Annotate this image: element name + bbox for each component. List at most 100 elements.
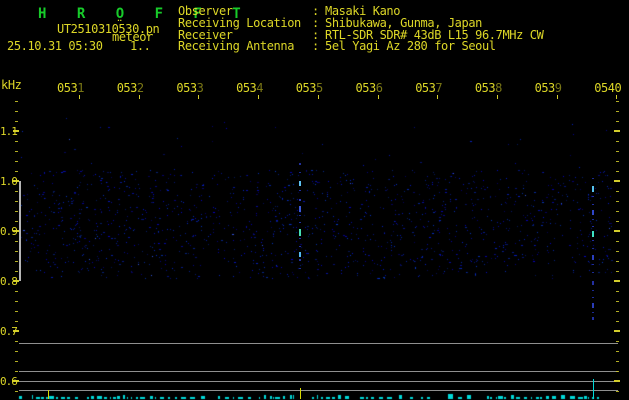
freq-minor-tick-left xyxy=(15,321,18,322)
meteor-echo-segment xyxy=(592,210,594,215)
time-tick-mark xyxy=(496,95,498,99)
meteor-echo-segment xyxy=(592,178,594,179)
freq-minor-tick-right xyxy=(616,161,619,162)
bottom-panel-gridline xyxy=(19,371,618,372)
info-colon: : xyxy=(312,15,320,30)
meteor-echo-segment xyxy=(592,264,594,265)
freq-minor-tick-left xyxy=(15,271,18,272)
freq-minor-tick-left xyxy=(15,351,18,352)
freq-minor-tick-right xyxy=(616,141,619,142)
hrofft-spectrogram-screen: H R O F F T UT2510310530.pn ¨ meteor 25.… xyxy=(0,0,629,400)
meteor-echo-segment xyxy=(592,297,594,298)
freq-minor-tick-left xyxy=(15,101,18,102)
datetime-label: 25.10.31 05:30 xyxy=(7,39,103,53)
freq-minor-tick-left xyxy=(15,141,18,142)
time-tick-label: 0539 xyxy=(534,81,562,95)
meteor-echo-segment xyxy=(299,215,301,216)
freq-minor-tick-left xyxy=(15,111,18,112)
time-tick-mark xyxy=(258,95,260,99)
meteor-echo-segment xyxy=(592,303,594,308)
freq-minor-tick-left xyxy=(15,121,18,122)
freq-minor-tick-left xyxy=(15,291,18,292)
freq-minor-tick-right xyxy=(616,301,619,302)
spectrogram-noise-canvas xyxy=(0,0,629,400)
meteor-echo-segment xyxy=(592,281,594,285)
freq-minor-tick-left xyxy=(15,171,18,172)
meteor-echo-segment xyxy=(299,252,301,257)
signal-spike-marker xyxy=(300,388,301,399)
receive-band-marker xyxy=(19,181,21,281)
time-tick-mark xyxy=(437,95,439,99)
freq-minor-tick-right xyxy=(616,361,619,362)
khz-unit-label: kHz xyxy=(1,78,22,92)
time-tick-label: 0537 xyxy=(415,81,443,95)
time-tick-mark xyxy=(377,95,379,99)
meteor-echo-segment xyxy=(592,290,594,291)
freq-minor-tick-right xyxy=(616,341,619,342)
meteor-echo-segment xyxy=(592,240,594,241)
freq-minor-tick-left xyxy=(15,251,18,252)
meteor-echo-segment xyxy=(592,219,594,220)
time-tick-label: 0540 xyxy=(594,81,622,95)
freq-minor-tick-left xyxy=(15,341,18,342)
info-value: 5el Yagi Az 280 for Seoul xyxy=(325,39,496,54)
freq-minor-tick-right xyxy=(616,171,619,172)
freq-minor-tick-right xyxy=(616,271,619,272)
info-label: Receiving Antenna xyxy=(178,39,295,54)
sequence-label: 1.. xyxy=(130,39,151,53)
observation-info-table: Observer : Masaki Kano Receiving Locatio… xyxy=(178,5,544,54)
freq-minor-tick-left xyxy=(15,161,18,162)
freq-minor-tick-right xyxy=(616,101,619,102)
freq-minor-tick-right xyxy=(616,251,619,252)
time-tick-label: 0533 xyxy=(176,81,204,95)
meteor-echo-segment xyxy=(592,226,594,227)
freq-tick-label: 0.6 xyxy=(0,375,18,388)
time-tick-label: 0534 xyxy=(236,81,264,95)
freq-major-tick-right xyxy=(614,230,620,232)
meteor-echo-segment xyxy=(592,231,594,237)
bottom-panel-gridline xyxy=(19,381,618,382)
freq-minor-tick-right xyxy=(616,321,619,322)
freq-minor-tick-right xyxy=(616,261,619,262)
meteor-echo-segment xyxy=(592,312,594,313)
freq-tick-label: 0.9 xyxy=(0,225,18,238)
time-tick-label: 0536 xyxy=(355,81,383,95)
time-tick-mark xyxy=(616,95,618,99)
meteor-echo-segment xyxy=(299,238,301,239)
freq-major-tick-right xyxy=(614,130,620,132)
signal-spike-marker xyxy=(593,379,594,399)
freq-minor-tick-right xyxy=(616,371,619,372)
freq-minor-tick-right xyxy=(616,121,619,122)
meteor-echo-segment xyxy=(299,206,301,212)
signal-spike-marker xyxy=(48,390,49,399)
info-colon: : xyxy=(312,39,320,54)
meteor-echo-segment xyxy=(592,186,594,192)
freq-minor-tick-right xyxy=(616,391,619,392)
meteor-echo-segment xyxy=(299,259,301,261)
freq-minor-tick-left xyxy=(15,361,18,362)
freq-minor-tick-left xyxy=(15,241,18,242)
info-label: Receiving Location xyxy=(178,15,301,30)
freq-minor-tick-left xyxy=(15,201,18,202)
freq-tick-label: 1.1 xyxy=(0,125,18,138)
time-tick-label: 0535 xyxy=(295,81,323,95)
freq-minor-tick-left xyxy=(15,391,18,392)
freq-minor-tick-left xyxy=(15,211,18,212)
freq-tick-label: 0.8 xyxy=(0,275,18,288)
meteor-echo-segment xyxy=(299,163,301,165)
time-tick-mark xyxy=(138,95,140,99)
freq-tick-label: 0.7 xyxy=(0,325,18,338)
freq-major-tick-right xyxy=(614,180,620,182)
freq-minor-tick-left xyxy=(15,261,18,262)
meteor-echo-segment xyxy=(299,268,301,269)
time-tick-mark xyxy=(556,95,558,99)
meteor-echo-segment xyxy=(592,255,594,260)
meteor-echo-segment xyxy=(592,317,594,320)
freq-minor-tick-left xyxy=(15,311,18,312)
info-value: Shibukawa, Gunma, Japan xyxy=(325,15,482,30)
meteor-echo-segment xyxy=(299,229,301,236)
meteor-echo-segment xyxy=(592,272,594,273)
bottom-panel-gridline xyxy=(19,343,618,344)
freq-major-tick-right xyxy=(614,280,620,282)
freq-minor-tick-right xyxy=(616,201,619,202)
